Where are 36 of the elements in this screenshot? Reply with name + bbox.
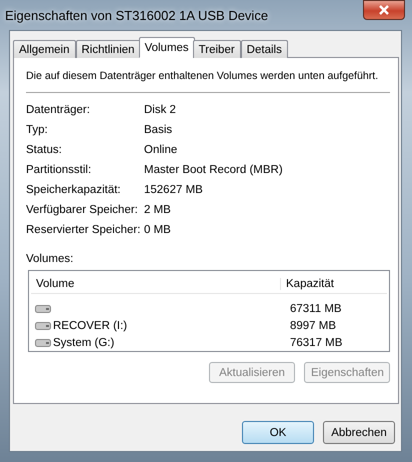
volume-capacity: 8997 MB <box>289 320 336 332</box>
tab[interactable]: Allgemein <box>13 40 76 58</box>
tab[interactable]: Details <box>240 40 288 58</box>
description-text: Die auf diesem Datenträger enthaltenen Volumes werden unten aufgeführt. <box>26 70 390 93</box>
property-value: 152627 MB <box>144 184 203 196</box>
property-label: Speicherkapazität: <box>26 184 122 196</box>
volume-name[interactable]: RECOVER (I:) <box>53 320 128 332</box>
tab[interactable]: Treiber <box>192 40 241 58</box>
property-value: 2 MB <box>144 204 171 216</box>
volume-name[interactable]: System (G:) <box>53 336 114 348</box>
property-value: Basis <box>144 124 172 136</box>
drive-icon <box>35 304 51 314</box>
property-value: 0 MB <box>144 224 171 236</box>
volume-capacity: 76317 MB <box>289 336 342 348</box>
property-label: Datenträger: <box>26 104 91 116</box>
property-value: Disk 2 <box>144 104 176 116</box>
property-label: Partitionsstil: <box>26 164 92 176</box>
volume-capacity: 67311 MB <box>289 302 342 314</box>
window-title: Eigenschaften von ST316002 1A USB Device <box>5 8 268 22</box>
tab[interactable]: Richtlinien <box>76 40 141 58</box>
column-header[interactable]: Volume <box>31 278 281 290</box>
property-value: Online <box>144 144 178 156</box>
dialog-button[interactable]: OK <box>242 421 314 444</box>
property-label: Status: <box>26 144 63 156</box>
close-icon <box>378 5 390 15</box>
column-header[interactable]: Kapazität <box>281 278 387 290</box>
volumes-label: Volumes: <box>26 253 74 265</box>
property-value: Master Boot Record (MBR) <box>144 164 283 176</box>
property-label: Verfügbarer Speicher: <box>26 204 139 216</box>
property-label: Typ: <box>26 124 49 136</box>
drive-icon <box>35 338 51 348</box>
dialog-button[interactable]: Abbrechen <box>323 421 395 444</box>
drive-icon <box>35 320 51 330</box>
close-button[interactable] <box>363 0 405 20</box>
property-label: Reservierter Speicher: <box>26 224 142 236</box>
tab[interactable]: Volumes <box>138 37 195 58</box>
